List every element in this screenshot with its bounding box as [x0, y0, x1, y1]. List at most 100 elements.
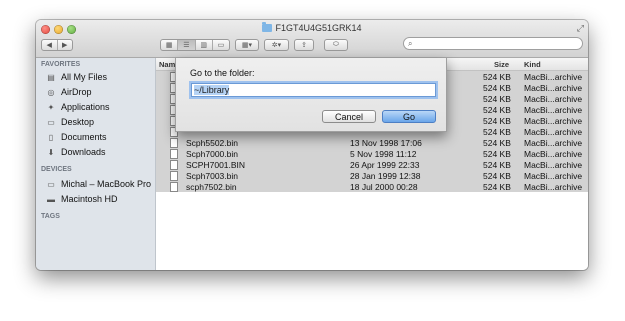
downloads-icon: ⬇ — [47, 147, 55, 157]
table-row[interactable]: scph7502.bin 18 Jul 2000 00:28 524 KB Ma… — [156, 181, 588, 192]
back-button[interactable]: ◀ — [42, 40, 58, 50]
tags-heading: TAGS — [41, 213, 60, 220]
file-icon — [170, 149, 178, 159]
drive-icon: ▬ — [47, 194, 55, 204]
file-kind: MacBi...archive — [524, 149, 583, 159]
table-row[interactable]: Scph7000.bin 5 Nov 1998 11:12 524 KB Mac… — [156, 148, 588, 159]
file-icon — [170, 138, 178, 148]
sidebar-item-documents[interactable]: ▯ Documents — [46, 130, 107, 144]
tags-button[interactable]: ⬭ — [324, 39, 348, 51]
all-files-icon: ▤ — [47, 72, 55, 82]
share-button[interactable]: ⇪ — [294, 39, 314, 51]
sidebar-item-label: All My Files — [61, 72, 108, 82]
column-view-button[interactable]: ▥ — [196, 40, 213, 50]
action-button[interactable]: ✲▾ — [264, 39, 289, 51]
sidebar-item-label: Documents — [61, 132, 107, 142]
view-mode-control: ▦ ☰ ▥ ▭ — [160, 39, 230, 51]
folder-path-input[interactable]: ~/Library — [191, 83, 436, 97]
file-kind: MacBi...archive — [524, 160, 583, 170]
forward-button[interactable]: ▶ — [58, 40, 73, 50]
file-size: 524 KB — [483, 83, 511, 93]
list-view-icon: ☰ — [183, 42, 190, 49]
sidebar-item-macintosh-hd[interactable]: ▬ Macintosh HD — [46, 192, 118, 206]
file-size: 524 KB — [483, 138, 511, 148]
go-button[interactable]: Go — [382, 110, 436, 123]
file-size: 524 KB — [483, 127, 511, 137]
search-icon: ⌕ — [408, 39, 413, 48]
sidebar-item-desktop[interactable]: ▭ Desktop — [46, 115, 94, 129]
sidebar-item-downloads[interactable]: ⬇ Downloads — [46, 145, 106, 159]
file-kind: MacBi...archive — [524, 83, 583, 93]
sidebar-item-applications[interactable]: ✦ Applications — [46, 100, 110, 114]
file-kind: MacBi...archive — [524, 171, 583, 181]
dialog-label: Go to the folder: — [190, 68, 255, 78]
file-date: 13 Nov 1998 17:06 — [350, 138, 422, 148]
file-size: 524 KB — [483, 72, 511, 82]
sidebar-item-label: Desktop — [61, 117, 95, 127]
sidebar-item-all-my-files[interactable]: ▤ All My Files — [46, 70, 107, 84]
favorites-heading: FAVORITES — [41, 61, 81, 68]
file-kind: MacBi...archive — [524, 138, 583, 148]
file-name: Scph5502.bin — [186, 138, 238, 148]
arrange-button[interactable]: ▦▾ — [235, 39, 259, 51]
title-bar: F1GT4U4G51GRK14 ⤢ ◀ ▶ ▦ ☰ ▥ ▭ ▦▾ ✲▾ ⇪ ⬭ … — [36, 20, 588, 58]
go-to-folder-dialog: Go to the folder: ~/Library Cancel Go — [175, 58, 447, 132]
column-view-icon: ▥ — [200, 42, 207, 49]
cancel-button[interactable]: Cancel — [322, 110, 376, 123]
list-view-button[interactable]: ☰ — [178, 40, 196, 50]
devices-heading: DEVICES — [41, 166, 72, 173]
file-size: 524 KB — [483, 149, 511, 159]
airdrop-icon: ◎ — [47, 87, 55, 97]
file-date: 5 Nov 1998 11:12 — [350, 149, 417, 159]
documents-icon: ▯ — [48, 132, 54, 142]
coverflow-view-icon: ▭ — [217, 42, 225, 49]
file-size: 524 KB — [483, 160, 511, 170]
sidebar-item-airdrop[interactable]: ◎ AirDrop — [46, 85, 92, 99]
column-kind-header[interactable]: Kind — [524, 60, 541, 69]
file-icon — [170, 160, 178, 170]
share-icon: ⇪ — [301, 42, 307, 49]
window-title-text: F1GT4U4G51GRK14 — [275, 23, 362, 33]
file-icon — [170, 171, 178, 181]
file-kind: MacBi...archive — [524, 105, 583, 115]
sidebar-item-macbook-pro[interactable]: ▭ Michal – MacBook Pro — [46, 177, 151, 191]
column-size-header[interactable]: Size — [494, 60, 509, 69]
file-kind: MacBi...archive — [524, 72, 583, 82]
applications-icon: ✦ — [47, 102, 55, 112]
sidebar-item-label: Downloads — [61, 147, 106, 157]
file-size: 524 KB — [483, 94, 511, 104]
grid-icon: ▦▾ — [241, 42, 253, 49]
gear-icon: ✲▾ — [271, 42, 282, 49]
tag-icon: ⬭ — [333, 41, 339, 48]
folder-icon — [262, 22, 273, 32]
file-kind: MacBi...archive — [524, 127, 583, 137]
coverflow-view-button[interactable]: ▭ — [213, 40, 229, 50]
folder-path-value: ~/Library — [194, 85, 230, 95]
search-field[interactable]: ⌕ — [403, 37, 583, 50]
laptop-icon: ▭ — [47, 179, 55, 189]
fullscreen-icon[interactable]: ⤢ — [577, 23, 584, 34]
file-size: 524 KB — [483, 116, 511, 126]
table-row[interactable]: SCPH7001.BIN 26 Apr 1999 22:33 524 KB Ma… — [156, 159, 588, 170]
file-name: scph7502.bin — [186, 182, 237, 192]
sidebar-item-label: Macintosh HD — [61, 194, 118, 204]
sidebar-item-label: AirDrop — [61, 87, 92, 97]
chevron-right-icon: ▶ — [62, 42, 68, 49]
file-size: 524 KB — [483, 182, 511, 192]
table-row[interactable]: Scph7003.bin 28 Jan 1999 12:38 524 KB Ma… — [156, 170, 588, 181]
window-title: F1GT4U4G51GRK14 — [36, 22, 588, 33]
sidebar-item-label: Applications — [61, 102, 110, 112]
file-size: 524 KB — [483, 171, 511, 181]
file-name: Scph7000.bin — [186, 149, 238, 159]
icon-view-icon: ▦ — [165, 42, 173, 49]
sidebar: FAVORITES ▤ All My Files ◎ AirDrop ✦ Applic… — [36, 58, 156, 270]
file-name: Scph7003.bin — [186, 171, 238, 181]
table-row[interactable]: Scph5502.bin 13 Nov 1998 17:06 524 KB Ma… — [156, 137, 588, 148]
desktop-icon: ▭ — [47, 117, 55, 127]
nav-buttons: ◀ ▶ — [41, 39, 73, 51]
sidebar-item-label: Michal – MacBook Pro — [61, 179, 152, 189]
file-kind: MacBi...archive — [524, 94, 583, 104]
icon-view-button[interactable]: ▦ — [161, 40, 179, 50]
chevron-left-icon: ◀ — [46, 42, 52, 49]
file-date: 26 Apr 1999 22:33 — [350, 160, 420, 170]
